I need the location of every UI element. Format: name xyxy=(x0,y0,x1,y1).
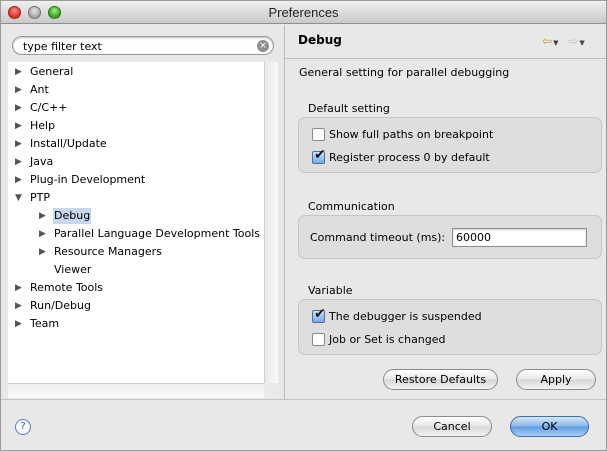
tree-item-label: Remote Tools xyxy=(30,281,104,294)
tree-item-remote-tools[interactable]: ▶ Remote Tools xyxy=(15,280,104,296)
tree-item-label: PTP xyxy=(30,191,50,204)
tree-item-label: Run/Debug xyxy=(30,299,91,312)
tree-item-label: C/C++ xyxy=(30,101,68,114)
page-title: Debug xyxy=(298,33,342,47)
footer-separator xyxy=(1,399,606,400)
communication-group-label: Communication xyxy=(308,200,395,213)
expand-arrow-icon[interactable]: ▶ xyxy=(15,136,25,152)
variable-group-label: Variable xyxy=(308,284,353,297)
tree-item-ant[interactable]: ▶ Ant xyxy=(15,82,50,98)
default-setting-group-label: Default setting xyxy=(308,102,390,115)
filter-search-field[interactable]: × xyxy=(12,36,274,55)
tree-item-label: Help xyxy=(30,119,56,132)
tree-item-label: Install/Update xyxy=(30,137,107,150)
expand-arrow-icon[interactable]: ▶ xyxy=(15,280,25,296)
restore-defaults-button[interactable]: Restore Defaults xyxy=(383,369,498,390)
collapse-arrow-icon[interactable]: ▼ xyxy=(15,190,25,206)
command-timeout-label: Command timeout (ms): xyxy=(310,231,446,244)
checkbox-label: The debugger is suspended xyxy=(329,310,482,323)
help-icon[interactable]: ? xyxy=(15,419,31,435)
expand-arrow-icon[interactable]: ▶ xyxy=(15,298,25,314)
tree-item-label: Plug-in Development xyxy=(30,173,146,186)
expand-arrow-icon[interactable]: ▶ xyxy=(39,244,49,260)
title-bar[interactable]: Preferences xyxy=(1,1,606,24)
apply-button[interactable]: Apply xyxy=(516,369,596,390)
tree-vertical-scrollbar[interactable] xyxy=(264,62,278,383)
cancel-button[interactable]: Cancel xyxy=(412,416,492,437)
expand-arrow-icon[interactable]: ▶ xyxy=(15,100,25,116)
expand-arrow-icon[interactable]: ▶ xyxy=(15,154,25,170)
expand-arrow-icon[interactable]: ▶ xyxy=(39,226,49,242)
expand-arrow-icon[interactable]: ▶ xyxy=(15,172,25,188)
tree-item-viewer[interactable]: Viewer xyxy=(53,262,92,278)
check-icon: ✔ xyxy=(314,306,326,322)
page-description: General setting for parallel debugging xyxy=(299,66,510,79)
forward-dropdown-icon[interactable]: ▼ xyxy=(579,39,584,47)
ok-button[interactable]: OK xyxy=(510,416,589,437)
tree-item-team[interactable]: ▶ Team xyxy=(15,316,60,332)
forward-arrow-icon[interactable]: ⇨ xyxy=(568,34,578,48)
filter-input[interactable] xyxy=(23,39,253,53)
preferences-window: Preferences × ▶ General ▶ Ant ▶ C/C++ ▶ … xyxy=(0,0,607,451)
tree-item-label: Parallel Language Development Tools xyxy=(54,227,261,240)
tree-item-label: Java xyxy=(30,155,54,168)
tree-item-install-update[interactable]: ▶ Install/Update xyxy=(15,136,108,152)
tree-item-label: Resource Managers xyxy=(54,245,162,258)
tree-item-help[interactable]: ▶ Help xyxy=(15,118,56,134)
back-arrow-icon[interactable]: ⇦ xyxy=(542,34,552,48)
navigation-buttons: ⇦▼ ⇨▼ xyxy=(542,34,591,48)
tree-item-label: Viewer xyxy=(54,263,92,276)
tree-horizontal-scrollbar[interactable] xyxy=(8,383,264,398)
tree-item-label: Team xyxy=(30,317,60,330)
back-dropdown-icon[interactable]: ▼ xyxy=(553,39,558,47)
tree-item-label: General xyxy=(30,65,74,78)
clear-filter-icon[interactable]: × xyxy=(257,40,269,52)
tree-item-parallel-language-development-tools[interactable]: ▶ Parallel Language Development Tools xyxy=(39,226,261,242)
tree-item-java[interactable]: ▶ Java xyxy=(15,154,54,170)
command-timeout-input[interactable] xyxy=(452,228,587,247)
checkbox-box[interactable]: ✔ xyxy=(312,306,326,323)
tree-item-general[interactable]: ▶ General xyxy=(15,64,74,80)
expand-arrow-icon[interactable]: ▶ xyxy=(15,82,25,98)
tree-item-resource-managers[interactable]: ▶ Resource Managers xyxy=(39,244,163,260)
expand-arrow-icon[interactable]: ▶ xyxy=(15,64,25,80)
tree-item-label: Ant xyxy=(30,83,49,96)
expand-arrow-icon[interactable]: ▶ xyxy=(15,118,25,134)
tree-item-debug[interactable]: ▶ Debug xyxy=(39,208,92,224)
checkbox-label: Job or Set is changed xyxy=(329,333,446,346)
expand-arrow-icon[interactable]: ▶ xyxy=(15,316,25,332)
checkbox-box[interactable]: ✔ xyxy=(312,147,326,164)
window-title: Preferences xyxy=(268,5,339,20)
scroll-corner xyxy=(264,383,278,398)
expand-arrow-icon[interactable]: ▶ xyxy=(39,208,49,224)
check-icon: ✔ xyxy=(314,147,326,163)
tree-item-plugin-development[interactable]: ▶ Plug-in Development xyxy=(15,172,146,188)
tree-item-ptp[interactable]: ▼ PTP xyxy=(15,190,51,206)
checkbox-box[interactable] xyxy=(312,128,325,141)
tree-item-label: Debug xyxy=(53,208,92,224)
checkbox-box[interactable] xyxy=(312,333,325,346)
checkbox-label: Register process 0 by default xyxy=(329,151,490,164)
tree-item-cpp[interactable]: ▶ C/C++ xyxy=(15,100,69,116)
checkbox-label: Show full paths on breakpoint xyxy=(329,128,494,141)
tree-item-run-debug[interactable]: ▶ Run/Debug xyxy=(15,298,92,314)
title-separator xyxy=(285,58,606,59)
preferences-tree[interactable]: ▶ General ▶ Ant ▶ C/C++ ▶ Help ▶ Install… xyxy=(8,62,264,383)
pane-divider[interactable] xyxy=(284,25,285,399)
